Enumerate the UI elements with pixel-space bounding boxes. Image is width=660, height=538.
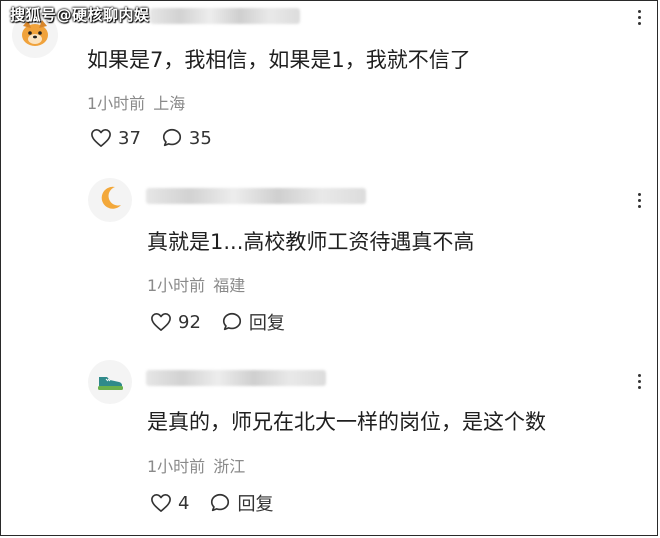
moon-icon xyxy=(95,183,125,217)
comment-meta: 1小时前 上海 xyxy=(87,90,185,114)
username-blurred[interactable] xyxy=(146,370,326,386)
reply-label: 回复 xyxy=(237,494,274,515)
comment-text: 如果是7，我相信，如果是1，我就不信了 xyxy=(87,48,471,72)
comment-time: 1小时前 xyxy=(147,457,206,476)
comment-actions: 92 回复 xyxy=(150,309,285,335)
more-options-icon[interactable] xyxy=(638,193,642,208)
comment-bubble-icon xyxy=(221,311,243,333)
sneaker-icon xyxy=(95,365,125,399)
reply-button[interactable]: 回复 xyxy=(221,309,285,335)
reply-count: 35 xyxy=(188,127,212,149)
avatar[interactable] xyxy=(88,360,132,404)
like-button[interactable]: 92 xyxy=(150,312,201,333)
heart-icon xyxy=(90,128,112,148)
comment-meta: 1小时前 浙江 xyxy=(147,453,245,477)
reply-button[interactable]: 35 xyxy=(161,127,212,149)
comment-text: 是真的，师兄在北大一样的岗位，是这个数 xyxy=(147,410,546,434)
username-blurred[interactable] xyxy=(146,188,366,204)
comment-time: 1小时前 xyxy=(87,94,146,113)
comment-location: 浙江 xyxy=(213,457,246,476)
comment-actions: 37 35 xyxy=(90,127,212,149)
like-button[interactable]: 37 xyxy=(90,128,141,149)
like-button[interactable]: 4 xyxy=(150,493,189,514)
comment-time: 1小时前 xyxy=(147,276,206,295)
screenshot-frame xyxy=(0,0,658,536)
comment-bubble-icon xyxy=(209,492,231,514)
comment-actions: 4 回复 xyxy=(150,490,273,516)
comment-location: 福建 xyxy=(213,276,246,295)
heart-icon xyxy=(150,312,172,332)
reply-label: 回复 xyxy=(248,313,285,334)
comment-location: 上海 xyxy=(153,94,186,113)
heart-icon xyxy=(150,493,172,513)
comment-meta: 1小时前 福建 xyxy=(147,272,245,296)
comment-text: 真就是1...高校教师工资待遇真不高 xyxy=(147,230,475,254)
reply-button[interactable]: 回复 xyxy=(209,490,273,516)
like-count: 4 xyxy=(178,492,190,514)
avatar[interactable] xyxy=(88,178,132,222)
watermark: 搜狐号@硬核聊内娱 xyxy=(10,6,150,24)
username-blurred[interactable] xyxy=(150,8,300,24)
more-options-icon[interactable] xyxy=(638,374,642,389)
comment-bubble-icon xyxy=(161,127,183,149)
like-count: 92 xyxy=(178,311,201,333)
like-count: 37 xyxy=(118,127,141,149)
more-options-icon[interactable] xyxy=(638,10,642,25)
